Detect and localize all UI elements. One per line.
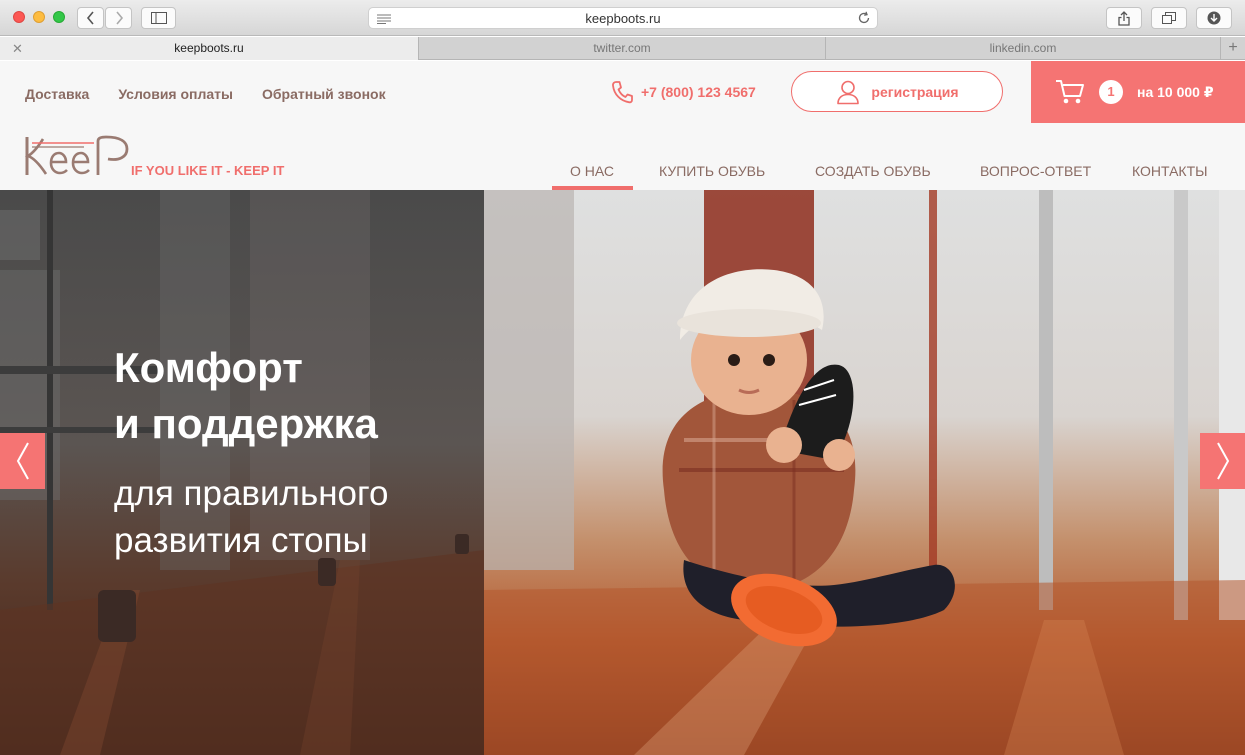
callback-link[interactable]: Обратный звонок (262, 86, 386, 102)
user-icon (837, 80, 860, 104)
nav-faq[interactable]: ВОПРОС-ОТВЕТ (980, 163, 1091, 179)
chevron-right-icon (1216, 442, 1229, 480)
back-button[interactable] (77, 7, 104, 29)
chevron-left-icon (86, 11, 94, 25)
subline-line-1: для правильного (114, 474, 389, 513)
phone-number[interactable]: +7 (800) 123 4567 (641, 84, 756, 100)
chevron-left-icon (16, 442, 29, 480)
cart-total: на 10 000 ₽ (1137, 83, 1214, 100)
cart-button[interactable]: 1 на 10 000 ₽ (1031, 61, 1245, 123)
subline-line-2: развития стопы (114, 521, 368, 560)
window-zoom-button[interactable] (53, 11, 65, 23)
hero-right-panel (484, 190, 1245, 755)
nav-about[interactable]: О НАС (570, 163, 614, 179)
tab-linkedin[interactable]: linkedin.com (826, 37, 1221, 60)
phone-block[interactable]: +7 (800) 123 4567 (611, 80, 756, 104)
nav-contacts[interactable]: КОНТАКТЫ (1132, 163, 1208, 179)
sidebar-icon (150, 12, 167, 24)
tabs-icon (1162, 12, 1176, 24)
share-icon (1118, 10, 1130, 26)
child-with-shoe-photo (484, 190, 1245, 755)
chevron-right-icon (115, 11, 123, 25)
site-header: Доставка Условия оплаты Обратный звонок … (0, 61, 1245, 190)
headline-line-2: и поддержка (114, 400, 378, 447)
share-button[interactable] (1106, 7, 1142, 29)
register-button[interactable]: регистрация (791, 71, 1003, 112)
cart-icon (1056, 80, 1084, 104)
forward-button[interactable] (105, 7, 132, 29)
cart-count-badge: 1 (1099, 80, 1123, 104)
phone-icon (612, 81, 633, 104)
address-bar[interactable]: keepboots.ru (368, 7, 878, 29)
slider-prev-button[interactable] (0, 433, 45, 489)
sidebar-button[interactable] (141, 7, 176, 29)
downloads-button[interactable] (1196, 7, 1232, 29)
tab-keepboots[interactable]: ✕ keepboots.ru (0, 37, 419, 60)
tagline: IF YOU LIKE IT - KEEP IT (131, 163, 285, 178)
nav-create-shoes[interactable]: СОЗДАТЬ ОБУВЬ (815, 163, 931, 179)
delivery-link[interactable]: Доставка (25, 86, 89, 102)
browser-titlebar: keepboots.ru (0, 0, 1245, 36)
site-logo[interactable] (24, 135, 132, 182)
new-tab-button[interactable]: + (1221, 37, 1245, 60)
address-url[interactable]: keepboots.ru (369, 11, 877, 26)
top-links: Доставка Условия оплаты Обратный звонок (25, 86, 386, 102)
tab-bar: ✕ keepboots.ru twitter.com linkedin.com … (0, 37, 1245, 60)
payment-terms-link[interactable]: Условия оплаты (118, 86, 233, 102)
tab-close-icon[interactable]: ✕ (12, 37, 23, 60)
window-minimize-button[interactable] (33, 11, 45, 23)
headline-line-1: Комфорт (114, 344, 303, 391)
tab-label: linkedin.com (989, 41, 1057, 55)
tab-label: keepboots.ru (174, 41, 244, 55)
tab-twitter[interactable]: twitter.com (419, 37, 826, 60)
hero-subheadline: для правильного развития стопы (114, 470, 388, 564)
hero-slider: Комфорт и поддержка для правильного разв… (0, 190, 1245, 755)
download-icon (1207, 11, 1221, 25)
register-label: регистрация (871, 83, 959, 100)
hero-headline: Комфорт и поддержка (114, 340, 378, 452)
keep-logo-icon (24, 135, 129, 175)
reload-icon[interactable] (857, 11, 871, 25)
tabs-overview-button[interactable] (1151, 7, 1187, 29)
tab-label: twitter.com (593, 41, 651, 55)
window-close-button[interactable] (13, 11, 25, 23)
nav-buy-shoes[interactable]: КУПИТЬ ОБУВЬ (659, 163, 765, 179)
slider-next-button[interactable] (1200, 433, 1245, 489)
